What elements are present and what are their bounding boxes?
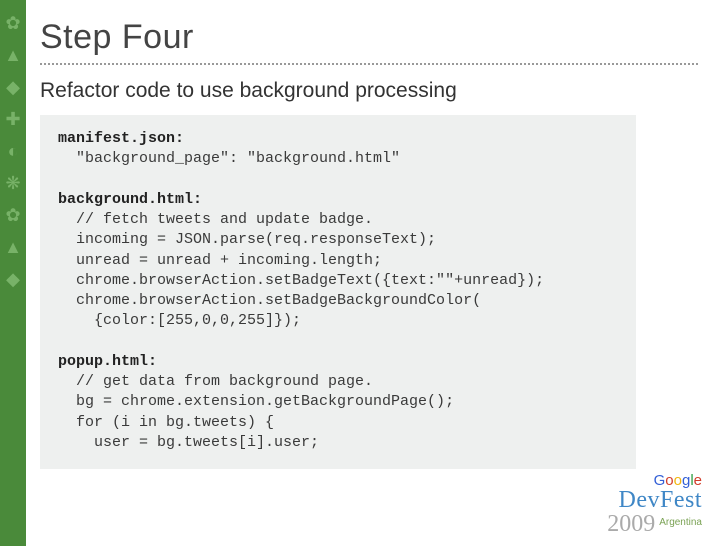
wave-icon: ◐ bbox=[0, 142, 26, 160]
slide-title: Step Four bbox=[40, 18, 698, 57]
code-section-header: manifest.json: bbox=[58, 130, 184, 147]
presentation-slide: ✿ ▲ ◆ ✚ ◐ ❋ ✿ ▲ ◆ Step Four Refactor cod… bbox=[0, 0, 728, 546]
footer-branding: Google DevFest 2009Argentina bbox=[607, 473, 702, 536]
google-logo: Google bbox=[607, 473, 702, 488]
code-section-header: popup.html: bbox=[58, 353, 157, 370]
app-icon: ◆ bbox=[0, 270, 26, 288]
code-block: manifest.json: "background_page": "backg… bbox=[40, 115, 636, 469]
puzzle-icon: ✚ bbox=[0, 110, 26, 128]
android-icon: ▲ bbox=[0, 238, 26, 256]
title-divider bbox=[40, 63, 698, 65]
android-icon: ▲ bbox=[0, 46, 26, 64]
misc-icon: ❋ bbox=[0, 174, 26, 192]
gear-icon: ✿ bbox=[0, 206, 26, 224]
gear-icon: ✿ bbox=[0, 14, 26, 32]
code-section-body: "background_page": "background.html" bbox=[58, 150, 400, 167]
slide-subtitle: Refactor code to use background processi… bbox=[40, 79, 698, 103]
code-section-header: background.html: bbox=[58, 191, 202, 208]
decorative-sidebar: ✿ ▲ ◆ ✚ ◐ ❋ ✿ ▲ ◆ bbox=[0, 0, 26, 546]
event-year: 2009Argentina bbox=[607, 512, 702, 536]
code-section-body: // get data from background page. bg = c… bbox=[58, 373, 454, 451]
slide-content: Step Four Refactor code to use backgroun… bbox=[40, 0, 728, 469]
app-icon: ◆ bbox=[0, 78, 26, 96]
event-brand: DevFest bbox=[607, 488, 702, 512]
code-section-body: // fetch tweets and update badge. incomi… bbox=[58, 211, 544, 329]
